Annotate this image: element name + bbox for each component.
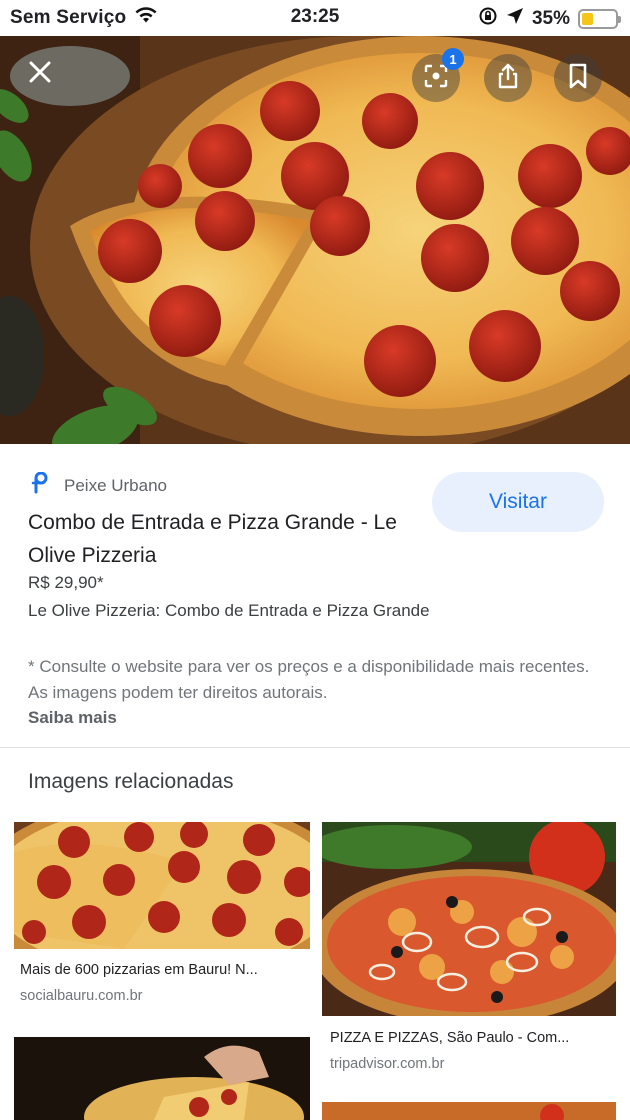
learn-more-link[interactable]: Saiba mais	[28, 708, 117, 728]
battery-percent: 35%	[531, 8, 570, 29]
related-title-1[interactable]: Mais de 600 pizzarias em Bauru! N...	[20, 962, 310, 978]
status-bar: Sem Serviço 23:25 35%	[0, 0, 630, 36]
visit-button[interactable]: Visitar	[432, 472, 604, 532]
related-source-1: socialbauru.com.br	[20, 988, 143, 1004]
related-image-2	[322, 822, 616, 1016]
result-description: Le Olive Pizzeria: Combo de Entrada e Pi…	[28, 601, 430, 620]
lens-button[interactable]: 1	[412, 48, 464, 102]
source-name: Peixe Urbano	[64, 475, 168, 495]
source-row[interactable]: Peixe Urbano	[30, 471, 168, 499]
section-divider	[0, 747, 630, 748]
disclaimer-text: * Consulte o website para ver os preços …	[28, 657, 590, 702]
location-arrow-icon	[506, 7, 524, 31]
battery-fill	[582, 13, 594, 25]
battery-icon	[578, 9, 621, 29]
related-image-3	[14, 1037, 310, 1120]
pizza-image	[0, 36, 630, 444]
peixe-urbano-logo-icon	[30, 471, 52, 499]
related-image-1	[14, 822, 310, 949]
close-icon	[28, 60, 52, 89]
result-info: Peixe Urbano Visitar Combo de Entrada e …	[0, 444, 630, 748]
related-thumb-1[interactable]	[14, 822, 310, 949]
related-image-4	[322, 1102, 616, 1120]
related-heading: Imagens relacionadas	[28, 770, 234, 793]
related-title-2[interactable]: PIZZA E PIZZAS, São Paulo - Com...	[330, 1030, 610, 1046]
related-source-2: tripadvisor.com.br	[330, 1056, 445, 1072]
related-thumb-3[interactable]	[14, 1037, 310, 1120]
related-thumb-2[interactable]	[322, 822, 616, 1016]
share-icon	[496, 63, 520, 94]
screen-rotation-lock-icon	[478, 6, 498, 32]
close-button[interactable]	[22, 56, 58, 92]
status-right: 35%	[478, 6, 621, 32]
hero-image[interactable]: 1	[0, 36, 630, 444]
result-title[interactable]: Combo de Entrada e Pizza Grande - Le Oli…	[28, 506, 428, 572]
bookmark-button[interactable]	[554, 54, 602, 102]
related-thumb-4[interactable]	[322, 1102, 616, 1120]
lens-badge: 1	[442, 48, 464, 70]
bookmark-icon	[568, 63, 588, 94]
share-button[interactable]	[484, 54, 532, 102]
result-price: R$ 29,90*	[28, 573, 104, 592]
